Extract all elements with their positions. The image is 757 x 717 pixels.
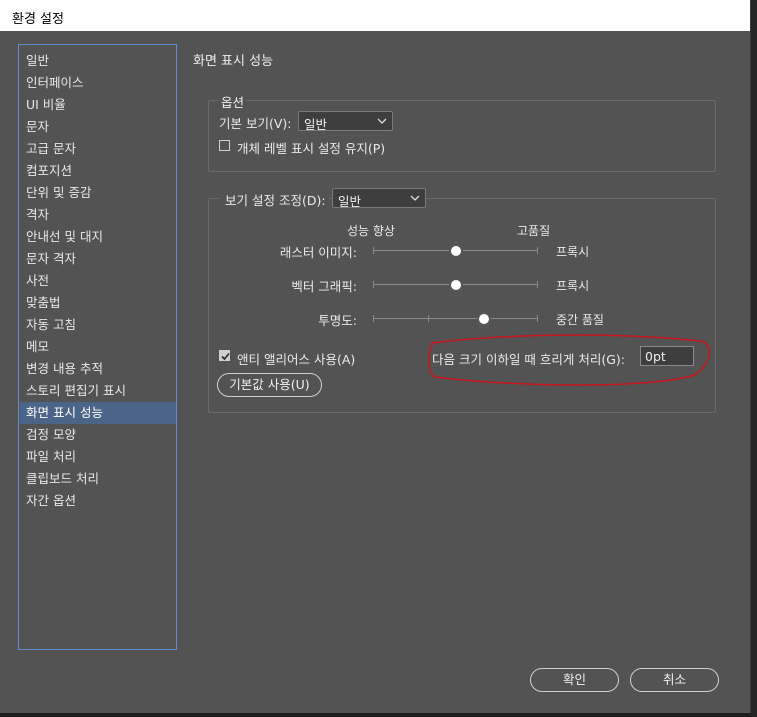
- category-list[interactable]: 일반 인터페이스 UI 비율 문자 고급 문자 컴포지션 단위 및 증감 격자 …: [18, 44, 177, 650]
- checkmark-icon: [221, 352, 230, 361]
- background-app-strip: [751, 0, 757, 717]
- chevron-down-icon: [410, 195, 420, 201]
- vector-slider-handle[interactable]: [449, 278, 463, 292]
- antialias-checkbox[interactable]: [219, 350, 230, 361]
- options-legend: 옵션: [218, 92, 248, 111]
- preserve-object-label: 개체 레벨 표시 설정 유지(P): [237, 141, 386, 156]
- window-title: 환경 설정: [12, 12, 64, 27]
- adjust-view-label: 보기 설정 조정(D):: [222, 190, 329, 209]
- sidebar-item-black-appearance[interactable]: 검정 모양: [20, 424, 176, 446]
- raster-value: 프록시: [556, 245, 590, 259]
- preferences-window: 환경 설정 일반 인터페이스 UI 비율 문자 고급 문자 컴포지션 단위 및 …: [0, 0, 751, 713]
- transparency-slider-handle[interactable]: [477, 312, 491, 326]
- sidebar-item-mojikumi[interactable]: 자간 옵션: [20, 490, 176, 512]
- transparency-label: 투명도:: [318, 313, 357, 328]
- sidebar-item-grids[interactable]: 격자: [20, 204, 176, 226]
- raster-slider-handle[interactable]: [449, 244, 463, 258]
- antialias-label: 앤티 앨리어스 사용(A): [237, 352, 356, 367]
- vector-label: 벡터 그래픽:: [291, 279, 357, 294]
- sidebar-item-type[interactable]: 문자: [20, 116, 176, 138]
- panel-title: 화면 표시 성능: [193, 54, 274, 69]
- default-view-value: 일반: [304, 117, 328, 132]
- adjust-view-value: 일반: [338, 194, 362, 209]
- sidebar-item-units[interactable]: 단위 및 증감: [20, 182, 176, 204]
- sidebar-item-dictionary[interactable]: 사전: [20, 270, 176, 292]
- ok-button[interactable]: 확인: [530, 668, 619, 692]
- cancel-button[interactable]: 취소: [630, 668, 719, 692]
- sidebar-item-clipboard[interactable]: 클립보드 처리: [20, 468, 176, 490]
- performance-label: 성능 향상: [347, 224, 395, 238]
- adjust-view-select[interactable]: 일반: [332, 188, 426, 209]
- options-group: [208, 100, 716, 172]
- sidebar-item-interface[interactable]: 인터페이스: [20, 72, 176, 94]
- greek-type-value: 0pt: [645, 349, 666, 364]
- greek-type-label: 다음 크기 이하일 때 흐리게 처리(G):: [432, 352, 626, 367]
- sidebar-item-guides[interactable]: 안내선 및 대지: [20, 226, 176, 248]
- sidebar-item-composition[interactable]: 컴포지션: [20, 160, 176, 182]
- sidebar-item-autocorrect[interactable]: 자동 고침: [20, 314, 176, 336]
- raster-label: 래스터 이미지:: [279, 245, 357, 260]
- sidebar-item-advanced-type[interactable]: 고급 문자: [20, 138, 176, 160]
- chevron-down-icon: [377, 118, 387, 124]
- sidebar-item-track-changes[interactable]: 변경 내용 추적: [20, 358, 176, 380]
- sidebar-item-ui-scaling[interactable]: UI 비율: [20, 94, 176, 116]
- quality-label: 고품질: [517, 224, 551, 238]
- sidebar-item-display-performance[interactable]: 화면 표시 성능: [20, 402, 176, 424]
- greek-type-input[interactable]: 0pt: [640, 346, 694, 366]
- sidebar-item-notes[interactable]: 메모: [20, 336, 176, 358]
- sidebar-item-spelling[interactable]: 맞춤법: [20, 292, 176, 314]
- vector-value: 프록시: [556, 279, 590, 293]
- preserve-object-checkbox[interactable]: [219, 140, 230, 151]
- sidebar-item-file-handling[interactable]: 파일 처리: [20, 446, 176, 468]
- transparency-slider-track[interactable]: [373, 318, 538, 319]
- sidebar-item-general[interactable]: 일반: [20, 50, 176, 72]
- use-defaults-button[interactable]: 기본값 사용(U): [217, 373, 322, 397]
- sidebar-item-story-editor[interactable]: 스토리 편집기 표시: [20, 380, 176, 402]
- title-bar: 환경 설정: [0, 0, 750, 31]
- default-view-select[interactable]: 일반: [298, 111, 393, 132]
- transparency-value: 중간 품질: [556, 313, 604, 327]
- sidebar-item-frame-grid[interactable]: 문자 격자: [20, 248, 176, 270]
- default-view-label: 기본 보기(V):: [219, 116, 292, 131]
